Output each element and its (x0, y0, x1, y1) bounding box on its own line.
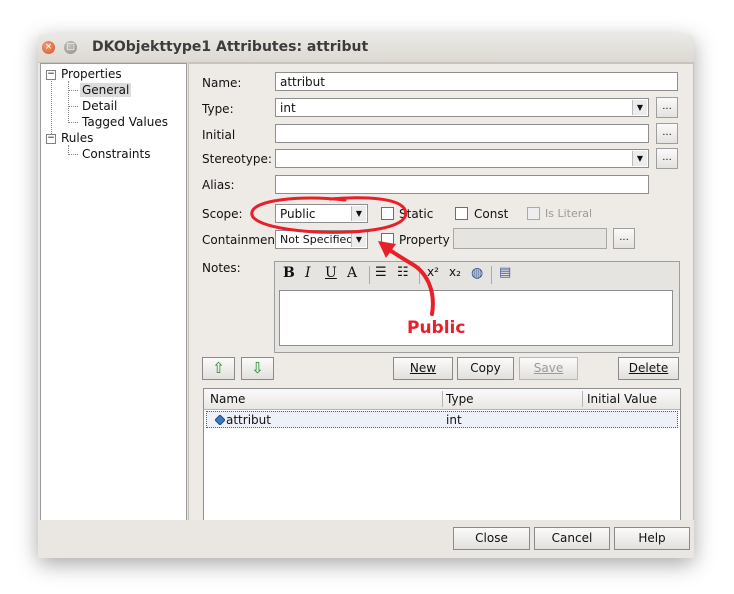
annotation-arrow-head (378, 241, 396, 258)
annotation-arrow-shaft (382, 244, 435, 316)
annotation-label: Public (407, 318, 466, 338)
annotation-overlay (250, 196, 435, 316)
annotation-circle (250, 196, 408, 234)
